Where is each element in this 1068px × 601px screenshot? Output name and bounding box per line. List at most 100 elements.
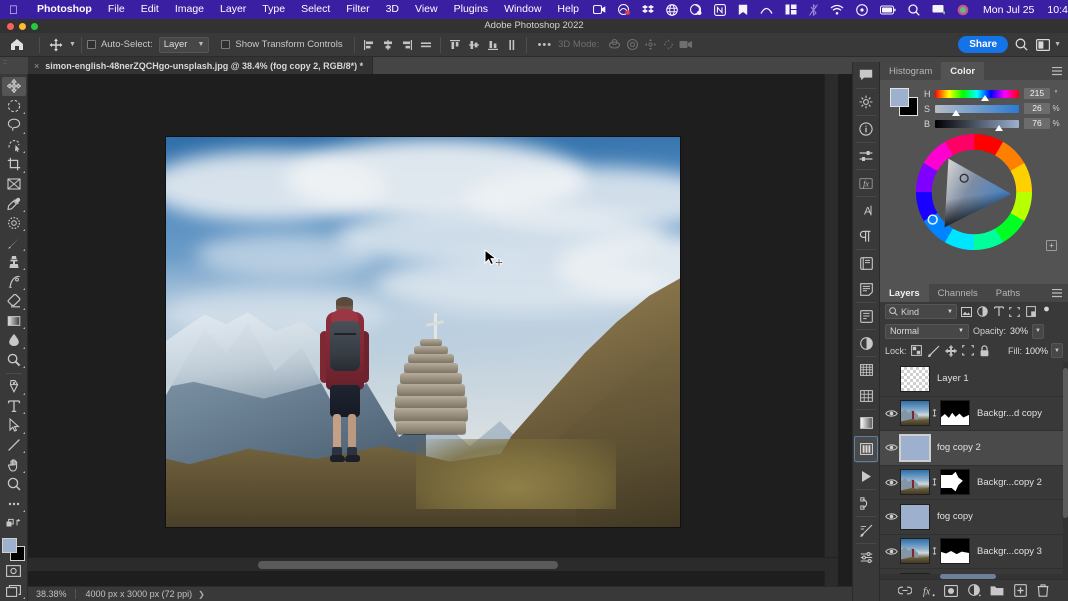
tab-histogram[interactable]: Histogram [880,62,941,80]
brush-settings-icon[interactable] [854,517,878,543]
menu-bar-time[interactable]: 10:44 PM [1039,4,1068,16]
link-layers-icon[interactable] [898,584,912,598]
opacity-chevron-down-icon[interactable]: ▼ [1032,324,1044,339]
table-row[interactable]: Layer 1 [880,362,1068,397]
tab-channels[interactable]: Channels [929,284,987,302]
menu-item-filter[interactable]: Filter [338,0,377,19]
dropbox-icon[interactable] [636,4,660,16]
layer-thumbnail[interactable] [900,504,930,530]
rectangle-icon[interactable] [779,4,803,15]
zoom-level[interactable]: 38.38% [28,589,75,599]
saturation-slider[interactable] [935,105,1019,113]
layer-mask-thumbnail[interactable] [940,400,970,426]
layer-list[interactable]: Layer 1 Backgr...d cop [880,362,1068,579]
gradient-tool[interactable] [2,312,26,331]
object-selection-tool[interactable] [2,136,26,155]
slider-thumb[interactable] [952,110,960,116]
layer-style-fx-icon[interactable]: fx [921,584,935,598]
layer-name[interactable]: fog copy [937,511,973,522]
eraser-tool[interactable] [2,292,26,311]
slider-thumb[interactable] [995,125,1003,131]
bluetooth-off-icon[interactable] [803,4,824,16]
color-wheel[interactable] [915,133,1033,251]
tab-layers[interactable]: Layers [880,284,929,302]
move-tool[interactable] [2,77,26,96]
screen-record-icon[interactable] [587,4,612,15]
foreground-color-swatch[interactable] [890,88,909,107]
table-row[interactable]: Backgr...copy 3 [880,535,1068,570]
distribute-h-icon[interactable] [417,36,435,54]
smart-object-filter-icon[interactable] [1024,304,1037,319]
fill-chevron-down-icon[interactable]: ▼ [1051,343,1063,358]
scrollbar-thumb[interactable] [258,561,558,569]
layer-visibility-toggle[interactable] [884,510,898,524]
history-icon[interactable] [854,303,878,329]
panel-menu-icon[interactable] [1046,284,1068,302]
eyedropper-tool[interactable] [2,194,26,213]
hue-slider[interactable] [935,90,1019,98]
menu-item-select[interactable]: Select [293,0,338,19]
menu-item-image[interactable]: Image [167,0,212,19]
adjustments-circle-icon[interactable] [854,330,878,356]
menu-item-view[interactable]: View [407,0,446,19]
search-icon[interactable] [1012,36,1030,54]
control-center-icon[interactable] [850,4,874,16]
lock-image-pixels-icon[interactable] [927,344,941,358]
new-layer-icon[interactable] [1013,584,1027,598]
lasso-tool[interactable] [2,116,26,135]
gradients-icon[interactable] [854,410,878,436]
layer-mask-thumbnail[interactable] [940,469,970,495]
layer-thumbnail[interactable] [900,400,930,426]
layer-visibility-toggle[interactable] [884,441,898,455]
panel-menu-icon[interactable] [1046,62,1068,80]
blur-tool[interactable] [2,331,26,350]
lock-position-icon[interactable] [944,344,958,358]
layer-name[interactable]: Layer 1 [937,373,969,384]
pen-tool[interactable] [2,377,26,396]
edit-toolbar-more-icon[interactable] [2,494,26,513]
link-mask-icon[interactable] [930,407,939,419]
workspace-chevron-down-icon[interactable]: ▼ [1054,41,1068,48]
patterns-icon[interactable] [854,357,878,383]
new-group-icon[interactable] [990,584,1004,598]
tab-color[interactable]: Color [941,62,984,80]
notes-icon[interactable] [854,276,878,302]
menu-item-3d[interactable]: 3D [378,0,407,19]
color-panel-swatches[interactable] [890,88,918,116]
align-left-icon[interactable] [360,36,378,54]
blend-mode-dropdown[interactable]: Normal ▼ [885,324,969,339]
channels-icon[interactable] [854,436,878,462]
auto-select-checkbox[interactable] [87,40,96,49]
scrollbar-thumb[interactable] [1063,368,1068,518]
type-tool[interactable] [2,397,26,416]
canvas-horizontal-scrollbar[interactable] [28,557,838,571]
history-brush-tool[interactable] [2,272,26,291]
move-tool-icon[interactable] [45,38,67,52]
brush-tool[interactable] [2,233,26,252]
color-swatches[interactable] [2,538,26,560]
table-row[interactable]: fog copy 2 [880,431,1068,466]
comments-icon[interactable] [854,62,878,88]
slider-thumb[interactable] [981,95,989,101]
zoom-tool[interactable] [2,475,26,494]
type-layer-filter-icon[interactable] [992,304,1005,319]
camera-raw-icon[interactable] [854,544,878,570]
tool-preset-chevron-down-icon[interactable]: ▼ [69,41,76,48]
document-canvas[interactable] [166,137,680,527]
share-button[interactable]: Share [958,36,1008,53]
menu-item-layer[interactable]: Layer [212,0,254,19]
swatches-grid-icon[interactable] [854,383,878,409]
frame-tool[interactable] [2,175,26,194]
menu-item-type[interactable]: Type [254,0,293,19]
layer-mask-thumbnail[interactable] [940,538,970,564]
table-row[interactable]: fog copy [880,500,1068,535]
lock-artboard-icon[interactable] [961,344,975,358]
menu-item-edit[interactable]: Edit [133,0,167,19]
actions-play-icon[interactable] [854,463,878,489]
chevron-right-icon[interactable]: ❯ [198,590,205,599]
add-layer-mask-icon[interactable] [944,584,958,598]
layers-vertical-scrollbar[interactable] [1063,362,1068,579]
hue-value[interactable]: 215 [1024,88,1050,99]
layer-name[interactable]: Backgr...d copy [977,408,1042,419]
libraries-icon[interactable] [854,250,878,276]
